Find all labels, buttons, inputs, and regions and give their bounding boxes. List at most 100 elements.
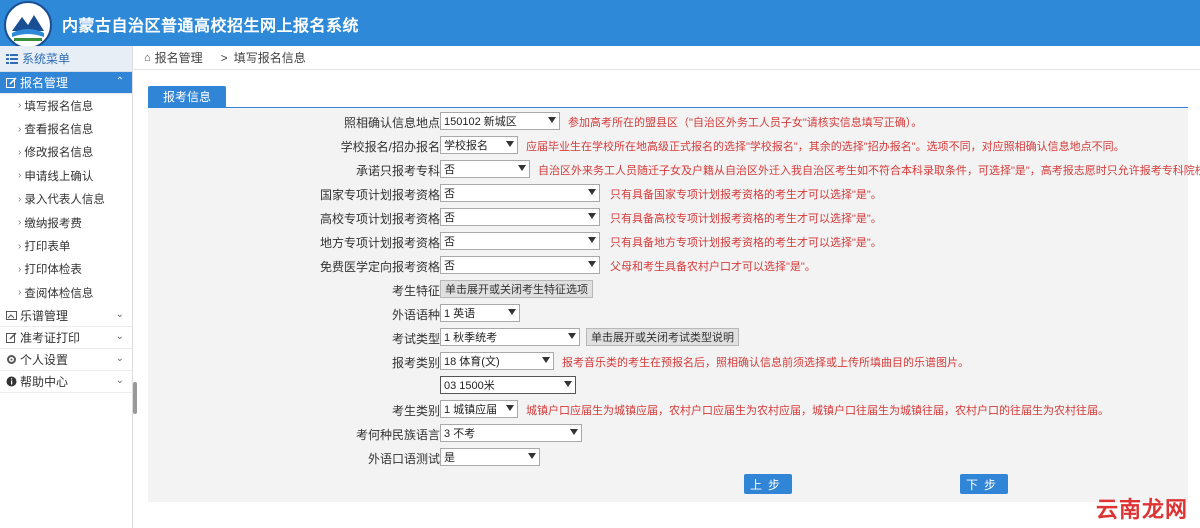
main-content: 报考信息 照相确认信息地点 150102 新城区 参加高考所在的盟县区（"自治区… [148,86,1200,502]
sidebar-item-label: 查看报名信息 [24,124,94,137]
field-label: 学校报名/招办报名 [340,140,440,154]
caret-down-icon [506,141,514,147]
info-icon [6,376,17,387]
edit-icon [6,77,17,88]
sidebar-group-registration[interactable]: 报名管理 ⌃ [0,72,132,94]
sidebar-group-admission-ticket[interactable]: 准考证打印 ⌄ [0,327,132,349]
chevron-down-icon: ⌄ [115,308,124,320]
chevron-right-icon: › [18,170,22,182]
field-label: 免费医学定向报考资格 [319,260,440,274]
form-row-category: 报考类别 18 体育(文) 报考音乐类的考生在预报名后，照相确认信息前须选择或上… [148,352,1188,370]
free-medical-select[interactable]: 否 [440,256,600,274]
category-select[interactable]: 18 体育(文) [440,352,554,370]
local-special-select[interactable]: 否 [440,232,600,250]
field-label: 报考类别 [391,356,440,370]
sidebar-item-fill-info[interactable]: › 填写报名信息 [0,94,132,117]
form-row-student-features: 考生特征 单击展开或关闭考生特征选项 [148,280,1188,298]
chevron-right-icon: › [18,240,22,252]
sidebar-item-label: 申请线上确认 [24,170,94,183]
sidebar-item-online-confirm[interactable]: › 申请线上确认 [0,164,132,187]
form-row-local-special: 地方专项计划报考资格 否 只有具备地方专项计划报考资格的考生才可以选择"是"。 [148,232,1188,250]
form-row-confirm-location: 照相确认信息地点 150102 新城区 参加高考所在的盟县区（"自治区外务工人员… [148,112,1188,130]
field-hint: 应届毕业生在学校所在地高级正式报名的选择"学校报名"，其余的选择"招办报名"。选… [526,141,1125,153]
chevron-right-icon: › [18,263,22,275]
chevron-down-icon: ⌄ [115,352,124,364]
field-hint: 报考音乐类的考生在预报名后，照相确认信息前须选择或上传所填曲目的乐谱图片。 [562,357,969,369]
sidebar: 系统菜单 报名管理 ⌃ › 填写报名信息 › 查看报名信息 › 修改报名信息 › 申请线… [0,46,133,528]
language-select[interactable]: 1 英语 [440,304,520,322]
sidebar-item-label: 缴纳报考费 [24,217,82,230]
field-hint: 只有具备国家专项计划报考资格的考生才可以选择"是"。 [610,189,882,201]
sidebar-title-text: 系统菜单 [22,52,71,66]
minority-language-select[interactable]: 3 不考 [440,424,582,442]
chevron-right-icon: › [18,193,22,205]
sidebar-item-view-info[interactable]: › 查看报名信息 [0,117,132,140]
select-value: 否 [444,236,455,248]
field-label: 地方专项计划报考资格 [319,236,440,250]
field-hint: 自治区外来务工人员随迁子女及户籍从自治区外迁入我自治区考生如不符合本科录取条件，… [538,165,1200,177]
field-label: 外语口语测试 [367,452,440,466]
sidebar-group-label: 准考证打印 [20,330,81,345]
field-label: 承诺只报考专科 [355,164,440,178]
national-special-select[interactable]: 否 [440,184,600,202]
next-step-button[interactable]: 下步 [960,474,1008,494]
field-label: 考生类别 [391,404,440,418]
app-title: 内蒙古自治区普通高校招生网上报名系统 [62,18,360,35]
gear-icon [7,354,16,364]
sidebar-item-view-physical[interactable]: › 查阅体检信息 [0,281,132,304]
sidebar-item-label: 查阅体检信息 [24,287,94,300]
breadcrumb-home[interactable]: 报名管理 [155,49,203,66]
prev-step-button[interactable]: 上步 [744,474,792,494]
sidebar-item-print-form[interactable]: › 打印表单 [0,234,132,257]
app-header: 内蒙古自治区普通高校招生网上报名系统 [0,0,1200,49]
tab-exam-info[interactable]: 报考信息 [148,86,226,107]
field-label: 考试类型 [391,332,440,346]
watermark: 云南龙网 [1095,497,1188,522]
student-type-select[interactable]: 1 城镇应届 [440,400,518,418]
form-row-exam-type: 考试类型 1 秋季统考 单击展开或关闭考试类型说明 [148,328,1188,346]
caret-down-icon [588,261,596,267]
sidebar-group-help-center[interactable]: 帮助中心 ⌄ [0,371,132,393]
university-special-select[interactable]: 否 [440,208,600,226]
toggle-features-button[interactable]: 单击展开或关闭考生特征选项 [440,280,593,298]
logo [4,1,52,49]
form-row-subcategory: 03 1500米 [148,376,1188,394]
caret-down-icon [588,213,596,219]
select-value: 03 1500米 [444,380,495,392]
confirm-location-select[interactable]: 150102 新城区 [440,112,560,130]
field-label: 外语语种 [391,308,440,322]
edit-icon [6,331,17,343]
sidebar-item-edit-info[interactable]: › 修改报名信息 [0,141,132,164]
caret-down-icon [548,117,556,123]
caret-down-icon [542,357,550,363]
image-icon [6,310,17,320]
subcategory-select[interactable]: 03 1500米 [440,376,576,394]
caret-down-icon [570,429,578,435]
field-hint: 只有具备高校专项计划报考资格的考生才可以选择"是"。 [610,213,882,225]
sidebar-group-label: 个人设置 [20,352,69,367]
sidebar-item-print-physical[interactable]: › 打印体检表 [0,258,132,281]
sidebar-item-pay-fee[interactable]: › 缴纳报考费 [0,211,132,234]
oral-test-select[interactable]: 是 [440,448,540,466]
college-only-select[interactable]: 否 [440,160,530,178]
caret-down-icon [518,165,526,171]
field-label: 考生特征 [391,284,440,298]
sidebar-item-label: 修改报名信息 [24,147,94,160]
toggle-exam-type-button[interactable]: 单击展开或关闭考试类型说明 [586,328,739,346]
select-value: 否 [444,212,455,224]
sidebar-group-sheet-music[interactable]: 乐谱管理 ⌄ [0,305,132,327]
field-hint: 父母和考生具备农村户口才可以选择"是"。 [610,261,816,273]
caret-down-icon [588,189,596,195]
form-row-free-medical: 免费医学定向报考资格 否 父母和考生具备农村户口才可以选择"是"。 [148,256,1188,274]
field-label: 考何种民族语言 [355,428,440,442]
select-value: 是 [444,452,455,464]
sidebar-group-personal-settings[interactable]: 个人设置 ⌄ [0,349,132,371]
select-value: 否 [444,260,455,272]
sidebar-scrollbar[interactable] [133,382,137,414]
form-row-college-only: 承诺只报考专科 否 自治区外来务工人员随迁子女及户籍从自治区外迁入我自治区考生如… [148,160,1200,178]
registration-type-select[interactable]: 学校报名 [440,136,518,154]
sidebar-item-representative[interactable]: › 录入代表人信息 [0,188,132,211]
chevron-right-icon: › [18,146,22,158]
exam-type-select[interactable]: 1 秋季统考 [440,328,580,346]
form-row-oral-test: 外语口语测试 是 [148,448,1188,466]
